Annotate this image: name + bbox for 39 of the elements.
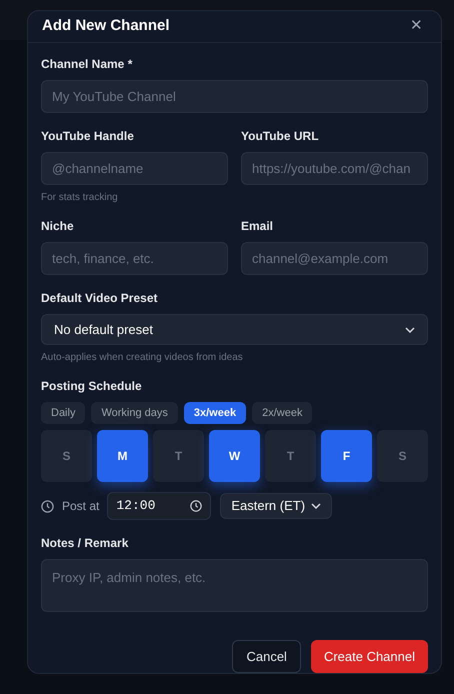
schedule-option[interactable]: 3x/week [184, 402, 246, 424]
field-label: YouTube URL [241, 128, 320, 145]
hint-text: For stats tracking [41, 191, 119, 205]
field-label: YouTube Handle [41, 128, 135, 145]
post-at-label: Post at [62, 498, 100, 515]
field-label: Default Video Preset [41, 290, 158, 307]
input-field[interactable]: @channelname [41, 152, 228, 185]
clock-icon [190, 500, 202, 512]
input-field[interactable]: My YouTube Channel [41, 80, 428, 113]
schedule-option[interactable]: Daily [41, 402, 86, 424]
day-toggle[interactable]: T [153, 430, 204, 482]
close-button[interactable]: ✕ [406, 15, 427, 38]
field-label: Niche [41, 218, 75, 235]
clock-icon [41, 500, 54, 512]
chevron-down-icon [311, 503, 322, 509]
dialog-title: Add New Channel [42, 16, 170, 36]
create-button[interactable]: Create Channel [310, 640, 428, 673]
field-label: Channel Name * [41, 56, 134, 73]
input-field[interactable]: tech, finance, etc. [41, 242, 228, 275]
schedule-option[interactable]: 2x/week [252, 402, 312, 424]
notes-field[interactable]: Proxy IP, admin notes, etc. [41, 559, 428, 612]
hint-text: Auto-applies when creating videos from ideas [41, 351, 244, 365]
day-toggle[interactable]: S [377, 430, 428, 482]
field-label: Notes / Remark [41, 535, 130, 552]
input-field[interactable]: https://youtube.com/@chan [241, 152, 428, 185]
chevron-down-icon [405, 326, 415, 332]
day-toggle[interactable]: T [265, 430, 316, 482]
field-label: Posting Schedule [41, 378, 143, 395]
field-label: Email [241, 218, 274, 235]
input-field[interactable]: channel@example.com [241, 242, 428, 275]
day-toggle[interactable]: F [321, 430, 372, 482]
preset-select[interactable]: No default preset [41, 314, 428, 345]
timezone-select[interactable]: Eastern (ET) [220, 493, 332, 519]
time-field[interactable]: 12:00 [107, 492, 212, 520]
cancel-button[interactable]: Cancel [232, 640, 301, 673]
day-toggle[interactable]: W [209, 430, 260, 482]
schedule-option[interactable]: Working days [91, 402, 178, 424]
day-toggle[interactable]: S [41, 430, 92, 482]
day-toggle[interactable]: M [97, 430, 148, 482]
